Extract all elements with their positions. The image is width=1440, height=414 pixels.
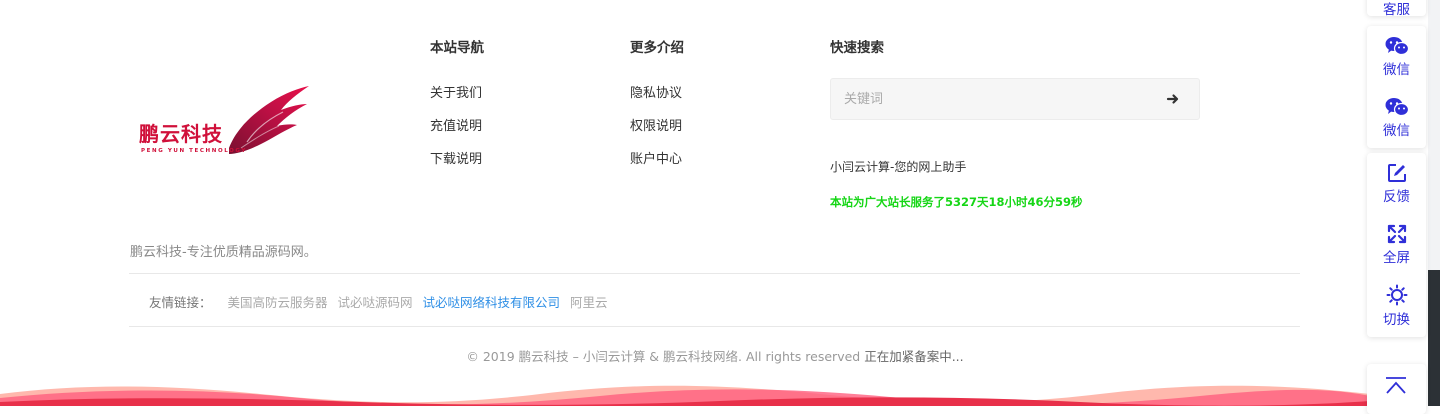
friend-links: 友情链接： 美国高防云服务器 试必哒源码网 试必哒网络科技有限公司 阿里云 [149,292,614,311]
chevron-up-icon [1386,377,1406,394]
divider [129,326,1300,327]
copyright-text: © 2019 鹏云科技 – 小闫云计算 & 鹏云科技网络. All rights… [466,349,861,364]
logo-text-cn: 鹏云科技 [139,122,223,146]
link-recharge-info[interactable]: 充值说明 [430,115,482,134]
footer-wave [0,385,1370,406]
footer-copyright: © 2019 鹏云科技 – 小闫云计算 & 鹏云科技网络. All rights… [0,346,1430,365]
nav-column-title: 本站导航 [430,40,484,56]
side-panel-tools: 反馈 全屏 切换 [1367,153,1426,337]
link-privacy[interactable]: 隐私协议 [630,82,682,101]
side-theme-toggle-button[interactable]: 切换 [1367,275,1426,336]
side-panel-top: 客服 [1367,0,1426,18]
edit-icon [1387,163,1406,182]
link-account-center[interactable]: 账户中心 [630,148,682,167]
side-fullscreen-label: 全屏 [1383,249,1410,266]
side-theme-toggle-label: 切换 [1383,311,1410,328]
friend-link[interactable]: 阿里云 [570,295,608,310]
fullscreen-icon [1387,224,1406,243]
link-about-us[interactable]: 关于我们 [430,82,482,101]
customer-service-label[interactable]: 客服 [1367,0,1426,18]
side-wechat-button[interactable]: 微信 [1367,87,1426,148]
link-download-info[interactable]: 下载说明 [430,148,482,167]
arrow-right-icon[interactable] [1165,91,1181,107]
wechat-icon [1385,97,1409,116]
friend-link[interactable]: 试必哒源码网 [338,295,413,310]
sun-icon [1386,284,1407,305]
link-permissions[interactable]: 权限说明 [630,115,682,134]
friend-link[interactable]: 试必哒网络科技有限公司 [423,295,561,310]
uptime-counter: 本站为广大站长服务了5327天18小时46分59秒 [830,195,1083,209]
site-description: 鹏云科技-专注优质精品源码网。 [130,245,317,260]
search-input[interactable] [831,79,1151,119]
site-logo[interactable]: 鹏云科技 PENG YUN TECHNOLOGY [137,82,313,160]
more-column-title: 更多介绍 [630,40,684,56]
site-tagline: 小闫云计算-您的网上助手 [830,160,967,174]
logo-text-en: PENG YUN TECHNOLOGY [141,148,247,154]
friend-links-label: 友情链接： [149,295,212,310]
side-wechat-label: 微信 [1383,61,1410,78]
search-column-title: 快速搜索 [830,40,884,56]
side-fullscreen-button[interactable]: 全屏 [1367,214,1426,275]
back-to-top-button[interactable] [1367,364,1426,414]
side-feedback-label: 反馈 [1383,188,1410,205]
divider [129,273,1300,274]
side-wechat-label: 微信 [1383,122,1410,139]
search-form [830,78,1200,120]
side-panel-wechat: 微信 微信 [1367,26,1426,148]
friend-link[interactable]: 美国高防云服务器 [228,295,328,310]
icp-status[interactable]: 正在加紧备案中... [864,349,963,364]
side-feedback-button[interactable]: 反馈 [1367,153,1426,214]
side-wechat-button[interactable]: 微信 [1367,26,1426,87]
wechat-icon [1385,36,1409,55]
